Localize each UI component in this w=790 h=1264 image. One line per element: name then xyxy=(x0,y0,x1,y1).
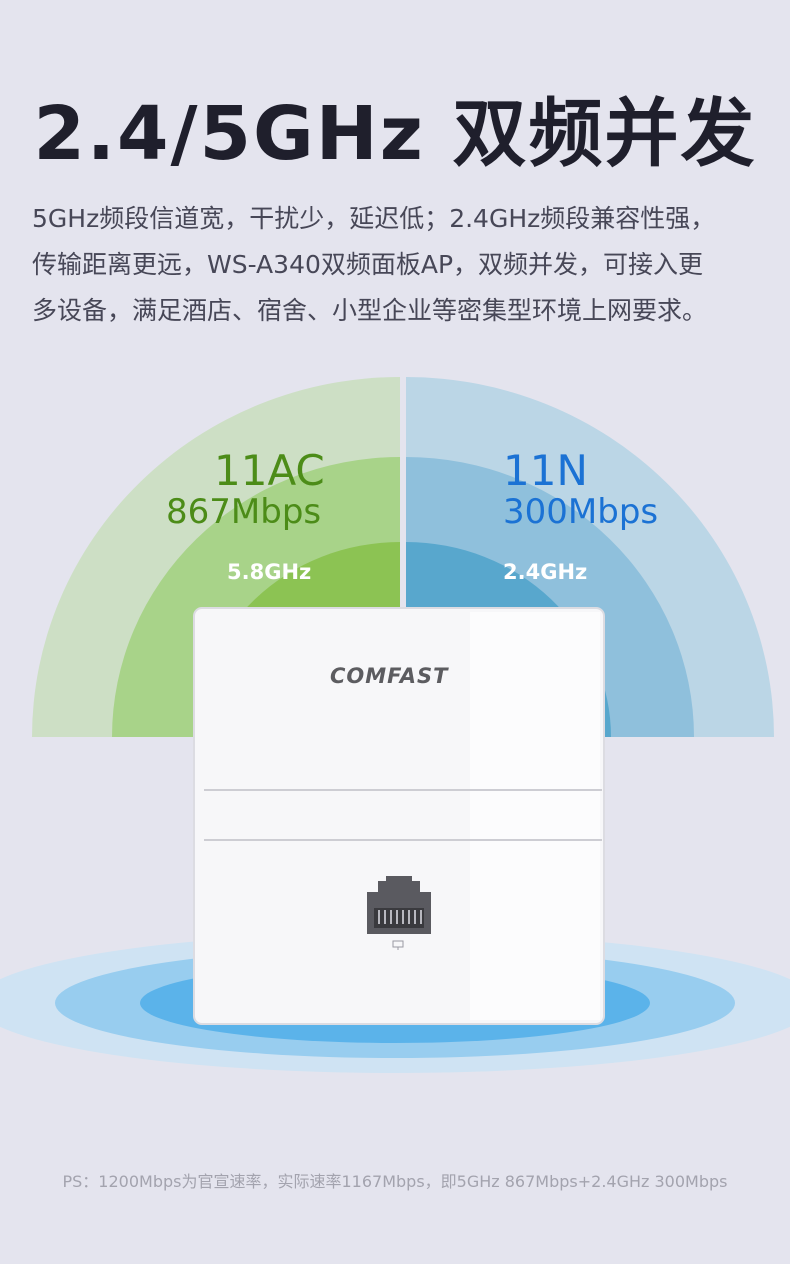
band-2g-speed: 300Mbps xyxy=(503,492,659,532)
band-5g-frequency: 5.8GHz xyxy=(227,560,312,584)
description-line: 5GHz频段信道宽，干扰少，延迟低；2.4GHz频段兼容性强， xyxy=(32,204,716,233)
band-5g-standard: 11AC xyxy=(214,446,325,495)
brand-logo: COMFAST xyxy=(330,664,449,688)
footnote: PS：1200Mbps为官宣速率，实际速率1167Mbps，即5GHz 867M… xyxy=(62,1172,728,1191)
description-text: 5GHz频段信道宽，干扰少，延迟低；2.4GHz频段兼容性强， 传输距离更远，W… xyxy=(32,196,772,334)
page-headline: 2.4/5GHz 双频并发 xyxy=(33,91,757,177)
signal-illustration xyxy=(0,377,790,1073)
description-line: 多设备，满足酒店、宿舍、小型企业等密集型环境上网要求。 xyxy=(32,296,708,325)
band-2g-standard: 11N xyxy=(503,446,588,495)
product-scene: 11AC 867Mbps 5.8GHz 11N 300Mbps 2.4GHz C… xyxy=(0,360,790,1120)
device-highlight xyxy=(470,612,600,1020)
band-2g-frequency: 2.4GHz xyxy=(503,560,588,584)
description-line: 传输距离更远，WS-A340双频面板AP，双频并发，可接入更 xyxy=(32,250,704,279)
band-5g-speed: 867Mbps xyxy=(166,492,322,532)
